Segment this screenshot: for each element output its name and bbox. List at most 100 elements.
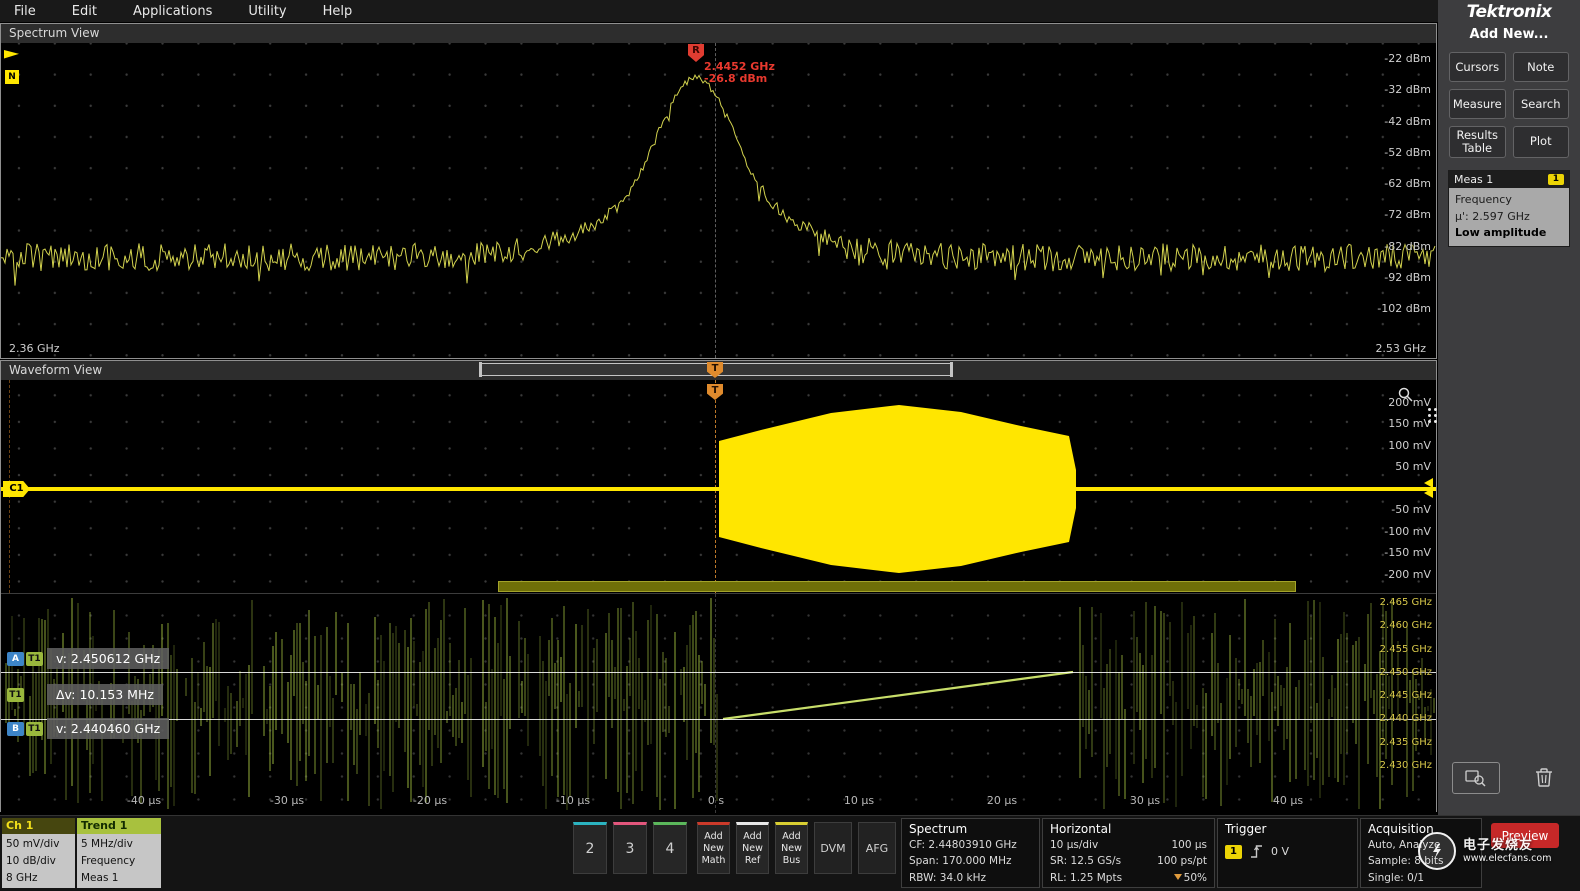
meas-type: Frequency [1455,193,1512,206]
add-button-add-new-math[interactable]: Add New Math [697,822,730,874]
spectrum-y-label: -22 dBm [1384,52,1431,65]
cursor-a-line[interactable] [1,672,1436,673]
channel-button-2[interactable]: 2 [573,822,607,874]
spectrum-view-panel: Spectrum View N R 2.4452 GHz -26.8 dBm -… [0,23,1437,359]
sidebar-buttons: Cursors Note Measure Search Results Table Plo… [1438,42,1580,162]
menu-bar: File Edit Applications Utility Help [0,0,1438,22]
add-button-add-new-bus[interactable]: Add New Bus [775,822,808,874]
ch1-scale: 50 mV/div [6,838,60,850]
sample-rate: SR: 12.5 GS/s [1050,855,1122,868]
cursor-source-badge[interactable]: T1 [26,722,43,736]
menu-item[interactable]: Help [323,4,353,19]
waveform-plot[interactable]: T C1 200 mV 150 mV 100 mV 50 mV -50 mV -100 … [1,380,1437,593]
cursor-b-line[interactable] [1,719,1436,720]
tool-button[interactable]: AFG [858,822,896,874]
cursor-delta-readout: Δv: 10.153 MHz [47,684,163,705]
trend-frequency-label: 2.440 GHz [1379,713,1432,725]
spectrum-start-frequency-label: 2.36 GHz [9,342,60,355]
spectrum-plot[interactable]: N R 2.4452 GHz -26.8 dBm -22 dBm -32 dBm -… [1,43,1436,358]
waveform-y-label: -150 mV [1384,546,1431,560]
waveform-y-axis-negative-labels: -50 mV -100 mV -150 mV -200 mV [1384,502,1431,583]
horizontal-box-title: Horizontal [1050,822,1112,836]
tool-buttons: DVM AFG [814,822,896,874]
trend-source: Meas 1 [81,871,119,884]
spectrum-y-axis-labels: -22 dBm -32 dBm -42 dBm -52 dBm -62 dBm -72 d… [1377,51,1431,317]
trend-frequency-label: 2.445 GHz [1379,690,1432,702]
watermark-text: 电子发烧友 [1463,837,1534,853]
waveform-trace [1,405,1436,573]
sidebar-button[interactable]: Search [1512,89,1569,119]
spectrum-view-title[interactable]: Spectrum View [1,24,1436,44]
cursor-b-readout: v: 2.440460 GHz [47,718,170,739]
spectrum-y-label: -82 dBm [1384,239,1431,253]
sidebar-button[interactable]: Results Table [1449,126,1506,158]
cursor-b-badge[interactable]: B [7,722,24,736]
channel-button-3[interactable]: 3 [613,822,647,874]
waveform-y-axis-positive-labels: 200 mV 150 mV 100 mV 50 mV [1388,395,1431,475]
meas-1-results-badge[interactable]: Meas 1 1 Frequency μ': 2.597 GHz Low amp… [1448,170,1570,247]
cursor-a-readout: v: 2.450612 GHz [47,648,170,669]
channel-1-badge[interactable]: Ch 1 50 mV/div 10 dB/div 8 GHz [2,818,75,889]
time-axis-label: 40 μs [1272,794,1304,807]
zoom-magnifier-icon[interactable] [1397,386,1415,404]
trend-frequency-axis-labels: 2.465 GHz 2.460 GHz 2.455 GHz 2.450 GHz 2.44… [1380,596,1432,772]
sidebar-button[interactable]: Cursors [1449,52,1506,82]
menu-item[interactable]: Applications [133,4,212,19]
horizontal-position-icon [1173,873,1182,880]
add-button-add-new-ref[interactable]: Add New Ref [736,822,769,874]
trigger-box-title: Trigger [1225,822,1267,836]
trigger-level-arrow-icon[interactable] [1424,478,1433,488]
waveform-y-label: -50 mV [1391,503,1431,516]
sidebar-button[interactable]: Note [1512,52,1569,82]
trigger-settings-badge[interactable]: Trigger 1 0 V [1217,818,1358,888]
horizontal-settings-badge[interactable]: Horizontal 10 μs/div 100 μs SR: 12.5 GS/s… [1042,818,1215,888]
ch1-bandwidth: 8 GHz [6,871,38,884]
trend-frequency-label: 2.435 GHz [1379,736,1432,748]
spectrum-trace [1,73,1436,286]
trend-1-badge[interactable]: Trend 1 5 MHz/div Frequency Meas 1 [77,818,161,889]
waveform-position-arrow-icon[interactable] [1424,488,1433,498]
tektronix-logo: Tektronix [1466,2,1552,22]
tool-button[interactable]: DVM [814,822,852,874]
spectrum-y-label: -92 dBm [1384,270,1431,284]
zoom-mode-button[interactable] [1452,762,1500,794]
trend-plot[interactable]: v: 2.450612 GHz A T1 Δv: 10.153 MHz T1 v… [1,593,1436,813]
time-axis-label: -20 μs [412,794,448,807]
menu-item[interactable]: Utility [248,4,286,19]
time-axis-label: -30 μs [269,794,305,807]
trend-trace [5,598,1435,810]
time-axis-label: 10 μs [843,794,875,807]
meas-source-badge: 1 [1547,174,1564,185]
channel-buttons: 234 [573,822,687,874]
normal-trace-badge[interactable]: N [5,70,19,84]
panel-drag-handle[interactable] [1428,408,1437,423]
marker-amplitude-readout: -26.8 dBm [704,72,768,85]
channel-button-4[interactable]: 4 [653,822,687,874]
sidebar-button[interactable]: Plot [1512,126,1569,158]
add-new-label: Add New... [1469,27,1549,42]
trend-scale: 5 MHz/div [81,838,133,850]
menu-item[interactable]: Edit [72,4,97,19]
waveform-y-label: 50 mV [1395,459,1431,473]
add-new-buttons: Add New Math Add New Ref Add New Bus [697,822,808,874]
trigger-level: 0 V [1270,845,1289,858]
cursor-source-badge[interactable]: T1 [7,688,24,702]
cursor-source-badge[interactable]: T1 [26,652,43,666]
sidebar-button[interactable]: Measure [1449,89,1506,119]
trend-frequency-label: 2.450 GHz [1379,666,1432,678]
spectrum-y-label: -72 dBm [1384,208,1431,222]
sample-interval: 100 ps/pt [1157,855,1207,868]
time-axis-label: 20 μs [986,794,1018,807]
channel-1-badge-title: Ch 1 [2,818,75,834]
trend-frequency-label: 2.455 GHz [1379,643,1432,655]
trigger-source-badge: 1 [1225,844,1242,859]
watermark-logo-icon [1418,832,1456,870]
spectrum-settings-badge[interactable]: Spectrum CF: 2.44803910 GHz Span: 170.00… [901,818,1040,888]
trash-icon[interactable] [1526,762,1562,792]
spectrum-y-label: -102 dBm [1377,302,1431,315]
meas-title: Meas 1 [1454,173,1494,186]
spectrum-time-bar[interactable] [498,581,1296,592]
time-axis-label: 0 s [707,794,725,807]
cursor-a-badge[interactable]: A [7,652,24,666]
menu-item[interactable]: File [14,4,36,19]
